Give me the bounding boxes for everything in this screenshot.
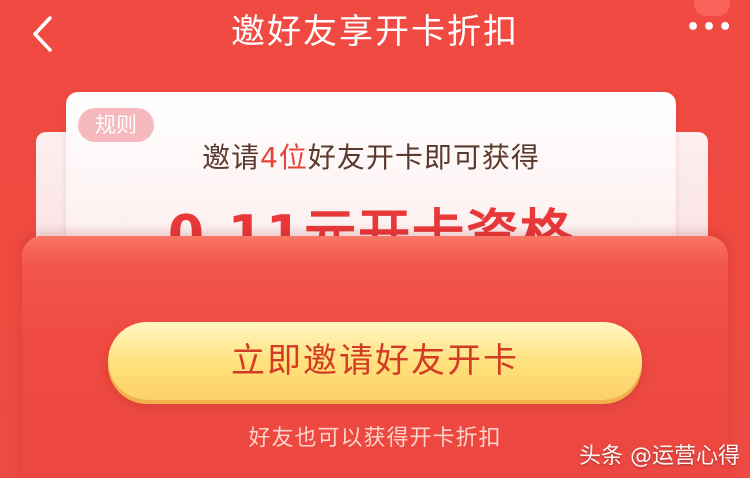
invite-prefix: 邀请	[202, 141, 261, 174]
invite-suffix: 好友开卡即可获得	[307, 141, 540, 174]
more-button[interactable]: •••	[680, 0, 736, 50]
more-dots-icon: •••	[686, 15, 735, 40]
invite-count: 4位	[260, 141, 308, 174]
envelope-edge	[22, 236, 728, 264]
notification-badge	[694, 0, 730, 16]
invite-friends-button[interactable]: 立即邀请好友开卡	[108, 322, 642, 400]
header-bar: 邀好友享开卡折扣 •••	[0, 0, 750, 70]
invite-requirement: 邀请4位好友开卡即可获得	[66, 136, 676, 176]
page-title: 邀好友享开卡折扣	[231, 12, 519, 52]
watermark-text: 头条 @运营心得	[579, 444, 740, 469]
